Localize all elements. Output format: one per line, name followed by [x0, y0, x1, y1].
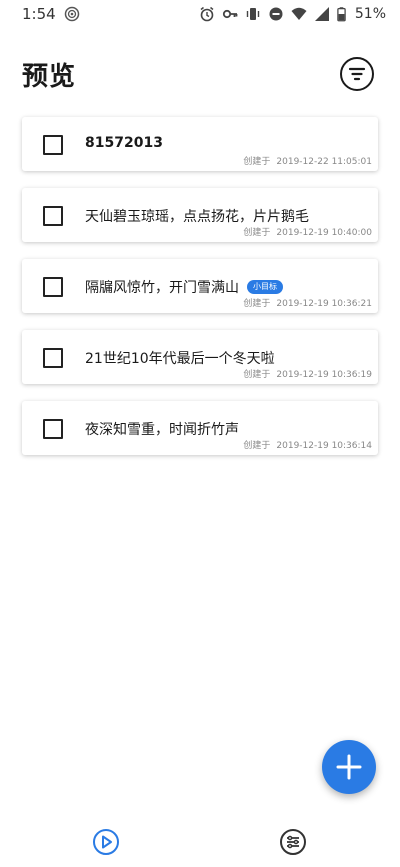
created-timestamp: 2019-12-19 10:36:19 — [276, 370, 372, 380]
created-timestamp: 2019-12-19 10:36:14 — [276, 441, 372, 451]
key-icon — [222, 9, 238, 19]
alarm-icon — [200, 6, 214, 22]
item-title: 天仙碧玉琼瑶，点点扬花，片片鹅毛 — [85, 209, 309, 225]
item-title: 夜深知雪重，时闻折竹声 — [85, 422, 239, 438]
item-checkbox[interactable] — [43, 206, 63, 226]
battery-icon — [337, 7, 346, 22]
item-checkbox[interactable] — [43, 277, 63, 297]
podcast-icon — [64, 6, 79, 22]
item-checkbox[interactable] — [43, 348, 63, 368]
item-title-row: 81572013 — [85, 135, 163, 151]
status-time: 1:54 — [22, 5, 56, 23]
item-meta: 创建于 2019-12-19 10:36:14 — [243, 438, 372, 451]
created-timestamp: 2019-12-19 10:36:21 — [276, 299, 372, 309]
created-label: 创建于 — [243, 370, 271, 380]
status-left: 1:54 — [22, 5, 80, 23]
nav-settings-tab[interactable] — [279, 828, 307, 856]
wifi-icon — [291, 7, 307, 20]
vibrate-icon — [246, 8, 260, 20]
status-bar: 1:54 51% — [0, 0, 400, 28]
item-title-row: 天仙碧玉琼瑶，点点扬花，片片鹅毛 — [85, 206, 309, 226]
list-item[interactable]: 21世纪10年代最后一个冬天啦 创建于 2019-12-19 10:36:19 — [22, 330, 378, 384]
do-not-disturb-icon — [269, 7, 283, 21]
goal-badge: 小目标 — [247, 280, 283, 294]
play-icon — [93, 829, 119, 855]
header: 预览 — [22, 52, 374, 96]
list-item[interactable]: 天仙碧玉琼瑶，点点扬花，片片鹅毛 创建于 2019-12-19 10:40:00 — [22, 188, 378, 242]
item-meta: 创建于 2019-12-19 10:36:21 — [243, 296, 372, 309]
battery-level: 51% — [354, 6, 386, 22]
item-meta: 创建于 2019-12-19 10:36:19 — [243, 367, 372, 380]
list-item[interactable]: 隔牖风惊竹，开门雪满山 小目标 创建于 2019-12-19 10:36:21 — [22, 259, 378, 313]
item-meta: 创建于 2019-12-19 10:40:00 — [243, 225, 372, 238]
page-title: 预览 — [22, 61, 77, 92]
item-title: 81572013 — [85, 135, 163, 151]
created-label: 创建于 — [243, 299, 271, 309]
item-title-row: 夜深知雪重，时闻折竹声 — [85, 419, 239, 439]
item-list: 81572013 创建于 2019-12-22 11:05:01 天仙碧玉琼瑶，点… — [22, 117, 378, 455]
list-item[interactable]: 夜深知雪重，时闻折竹声 创建于 2019-12-19 10:36:14 — [22, 401, 378, 455]
sliders-icon — [280, 829, 306, 855]
item-title: 隔牖风惊竹，开门雪满山 — [85, 280, 239, 296]
created-label: 创建于 — [243, 441, 271, 451]
item-title-row: 21世纪10年代最后一个冬天啦 — [85, 348, 275, 368]
filter-icon — [348, 67, 366, 81]
created-timestamp: 2019-12-19 10:40:00 — [276, 228, 372, 238]
item-title: 21世纪10年代最后一个冬天啦 — [85, 351, 275, 367]
status-right: 51% — [199, 6, 386, 22]
filter-button[interactable] — [340, 57, 374, 91]
item-title-row: 隔牖风惊竹，开门雪满山 小目标 — [85, 277, 283, 297]
created-label: 创建于 — [243, 228, 271, 238]
item-meta: 创建于 2019-12-22 11:05:01 — [243, 154, 372, 167]
created-timestamp: 2019-12-22 11:05:01 — [276, 157, 372, 167]
item-checkbox[interactable] — [43, 419, 63, 439]
add-item-button[interactable] — [322, 740, 376, 794]
plus-icon — [336, 754, 362, 780]
created-label: 创建于 — [243, 157, 271, 167]
signal-icon — [314, 7, 329, 21]
bottom-nav — [0, 820, 400, 864]
list-item[interactable]: 81572013 创建于 2019-12-22 11:05:01 — [22, 117, 378, 171]
item-checkbox[interactable] — [43, 135, 63, 155]
nav-preview-tab[interactable] — [92, 828, 120, 856]
